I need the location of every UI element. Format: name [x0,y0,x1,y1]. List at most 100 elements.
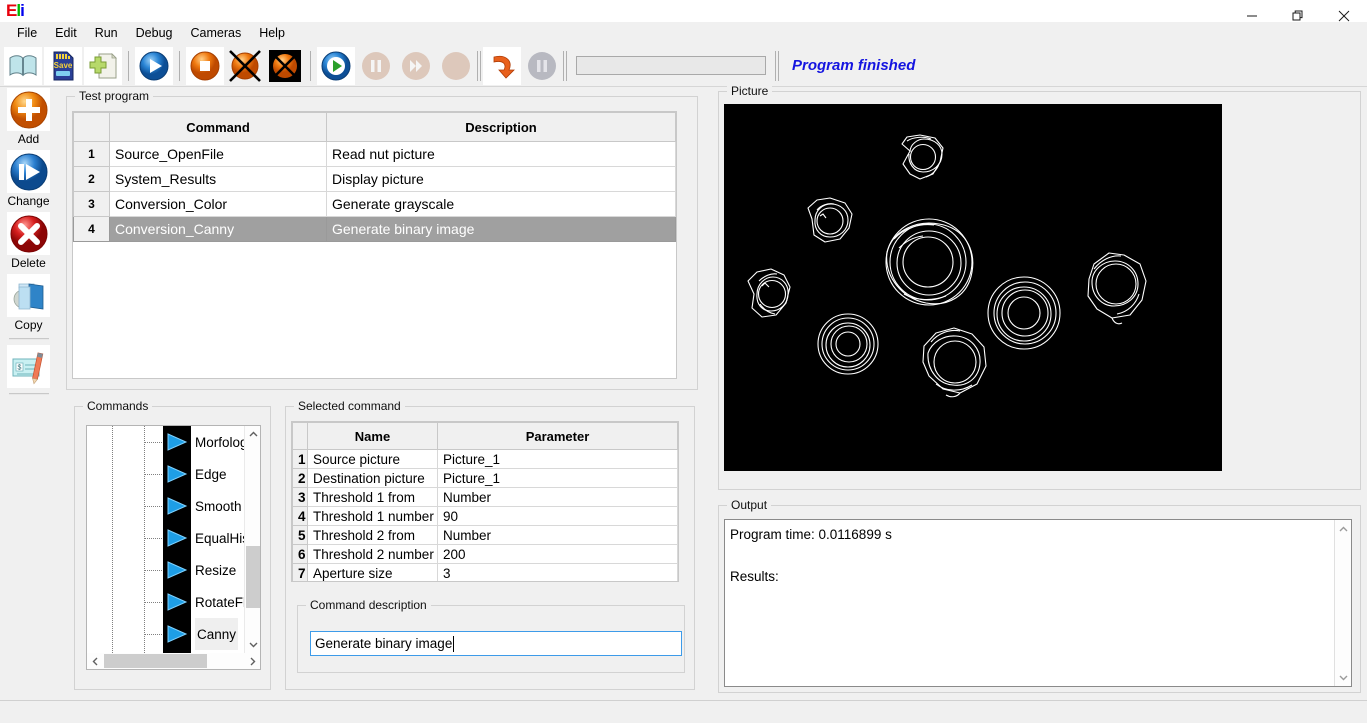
program-row-description[interactable]: Generate grayscale [327,192,676,217]
toolbar-separator [775,51,776,81]
commands-tree[interactable]: Morfolog Edge [86,425,261,670]
table-row-selected[interactable]: 4 Conversion_Canny Generate binary image [74,217,676,242]
chevron-up-icon[interactable] [1335,520,1352,538]
chevron-left-icon[interactable] [87,653,103,669]
menu-item-cameras[interactable]: Cameras [181,23,250,43]
picture-canvas[interactable] [724,104,1222,471]
params-row-value[interactable]: Number [438,526,678,545]
rail-label-delete: Delete [11,256,46,271]
cancel-run-icon[interactable] [226,47,264,85]
rail-item-add[interactable]: Add [0,88,57,147]
list-item[interactable]: RotateFlip [87,586,245,618]
program-row-command[interactable]: Conversion_Canny [110,217,327,242]
program-row-description[interactable]: Generate binary image [327,217,676,242]
params-row-value[interactable]: 90 [438,507,678,526]
list-item[interactable]: EqualHist [87,522,245,554]
status-text: Program finished [792,57,915,74]
program-table[interactable]: Command Description 1 Source_OpenFile Re… [72,111,677,379]
table-row[interactable]: 3 Threshold 1 from Number [293,488,678,507]
pause-icon [357,47,395,85]
list-item[interactable]: Morfolog [87,426,245,458]
command-description-input[interactable]: Generate binary image [310,631,682,656]
list-item[interactable]: Smooth [87,490,245,522]
table-row[interactable]: 2 Destination picture Picture_1 [293,469,678,488]
table-row[interactable]: 1 Source_OpenFile Read nut picture [74,142,676,167]
output-textarea[interactable]: Program time: 0.0116899 s Results: [724,519,1352,687]
table-row[interactable]: 7 Aperture size 3 [293,564,678,583]
tree-connector [145,570,163,571]
commands-hscroll-thumb[interactable] [104,654,207,668]
table-row[interactable]: 5 Threshold 2 from Number [293,526,678,545]
node-play-icon [163,522,191,554]
params-row-value[interactable]: Number [438,488,678,507]
list-item[interactable]: Edge [87,458,245,490]
commands-horizontal-scrollbar[interactable] [87,653,260,669]
program-row-command[interactable]: System_Results [110,167,327,192]
toolbar-separator [179,51,180,81]
chevron-down-icon[interactable] [245,636,261,653]
commands-scroll-thumb[interactable] [246,546,260,608]
program-row-description[interactable]: Display picture [327,167,676,192]
output-vertical-scrollbar[interactable] [1334,520,1351,686]
table-row[interactable]: 4 Threshold 1 number 90 [293,507,678,526]
program-row-index: 2 [74,167,110,192]
commands-vertical-scrollbar[interactable] [244,426,260,653]
program-row-command[interactable]: Source_OpenFile [110,142,327,167]
add-document-icon[interactable] [84,47,122,85]
stop-icon[interactable] [186,47,224,85]
parameters-table[interactable]: Name Parameter 1 Source picture Picture_… [291,421,679,582]
table-row[interactable]: 1 Source picture Picture_1 [293,450,678,469]
rail-divider [9,338,49,340]
chevron-up-icon[interactable] [245,426,261,443]
menu-item-debug[interactable]: Debug [127,23,182,43]
params-row-index: 6 [293,545,308,564]
commands-node-label-selected[interactable]: Canny [195,618,238,650]
tree-connector [145,506,163,507]
menu-item-run[interactable]: Run [86,23,127,43]
selected-command-panel: Selected command Name Parameter 1 Source… [285,406,695,690]
table-row[interactable]: 2 System_Results Display picture [74,167,676,192]
program-row-description[interactable]: Read nut picture [327,142,676,167]
test-program-panel: Test program Command Description 1 Sourc… [66,96,698,390]
cancel-all-icon[interactable] [266,47,304,85]
menu-item-file[interactable]: File [8,23,46,43]
menu-bar: File Edit Run Debug Cameras Help [0,23,1367,43]
change-play-icon [7,150,50,193]
tree-guide-line [112,490,113,522]
params-row-value[interactable]: Picture_1 [438,469,678,488]
rail-item-delete[interactable]: Delete [0,212,57,271]
menu-item-edit[interactable]: Edit [46,23,86,43]
tree-guide-line [112,618,113,650]
command-description-panel: Command description Generate binary imag… [297,605,685,673]
tree-connector [145,634,163,635]
rail-item-change[interactable]: Change [0,150,57,209]
save-card-icon[interactable]: Save [44,47,82,85]
chevron-down-icon[interactable] [1335,668,1352,686]
tree-connector [145,474,163,475]
tree-guide-line [112,522,113,554]
rail-item-check[interactable]: $ [0,345,57,388]
debug-run-icon[interactable] [317,47,355,85]
list-item[interactable]: Canny [87,618,245,650]
params-row-value[interactable]: Picture_1 [438,450,678,469]
params-row-name: Threshold 1 number [308,507,438,526]
toolbar-separator [310,51,311,81]
table-row[interactable]: 6 Threshold 2 number 200 [293,545,678,564]
table-row[interactable]: 3 Conversion_Color Generate grayscale [74,192,676,217]
menu-item-help[interactable]: Help [250,23,294,43]
params-row-value[interactable]: 3 [438,564,678,583]
chevron-right-icon[interactable] [244,653,260,669]
open-book-icon[interactable] [4,47,42,85]
rail-label-add: Add [18,132,39,147]
commands-node-label[interactable]: Edge [195,458,227,490]
run-icon[interactable] [135,47,173,85]
svg-text:$: $ [17,364,21,371]
params-row-value[interactable]: 200 [438,545,678,564]
program-row-command[interactable]: Conversion_Color [110,192,327,217]
redo-arrow-icon[interactable] [483,47,521,85]
rail-item-copy[interactable]: Copy [0,274,57,333]
list-item[interactable]: Resize [87,554,245,586]
commands-node-label[interactable]: Resize [195,554,236,586]
commands-node-label[interactable]: Morfolog [195,426,248,458]
commands-node-label[interactable]: Smooth [195,490,242,522]
